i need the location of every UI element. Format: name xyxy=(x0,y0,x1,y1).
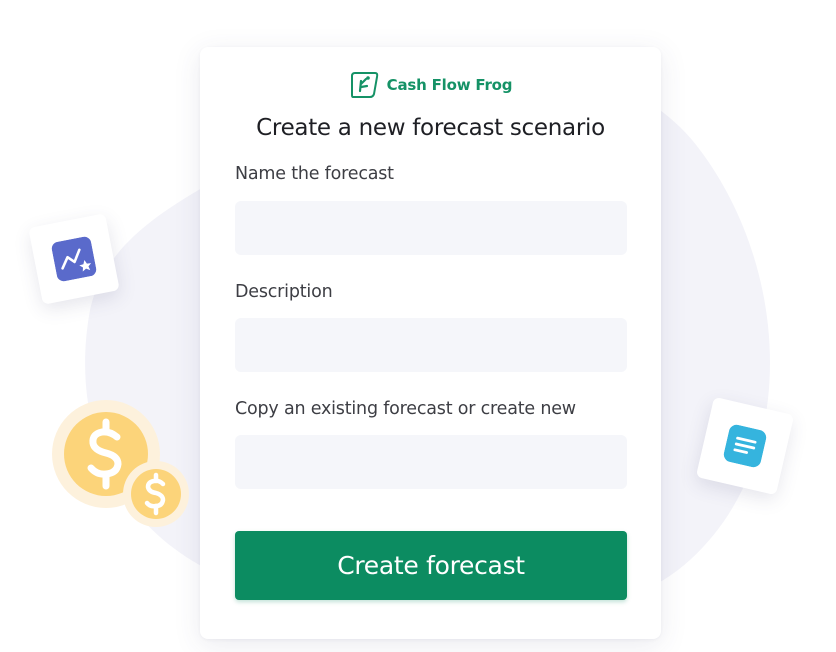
dollar-coin-small-icon xyxy=(123,461,189,527)
description-input[interactable] xyxy=(235,318,627,372)
frog-logo-icon xyxy=(350,72,378,98)
brand-name: Cash Flow Frog xyxy=(386,76,513,94)
form-title: Create a new forecast scenario xyxy=(256,115,605,141)
forecast-form-card: Cash Flow Frog Create a new forecast sce… xyxy=(200,47,661,639)
description-label: Description xyxy=(235,282,333,302)
copy-forecast-label: Copy an existing forecast or create new xyxy=(235,399,576,419)
copy-forecast-select[interactable] xyxy=(235,435,627,489)
chart-tile xyxy=(28,213,120,305)
app-stage: Cash Flow Frog Create a new forecast sce… xyxy=(0,0,836,652)
create-forecast-button[interactable]: Create forecast xyxy=(235,531,627,600)
forecast-name-input[interactable] xyxy=(235,201,627,255)
document-icon xyxy=(723,424,767,468)
trend-chart-icon xyxy=(51,236,97,282)
brand-header: Cash Flow Frog xyxy=(200,69,661,101)
forecast-name-label: Name the forecast xyxy=(235,164,394,184)
